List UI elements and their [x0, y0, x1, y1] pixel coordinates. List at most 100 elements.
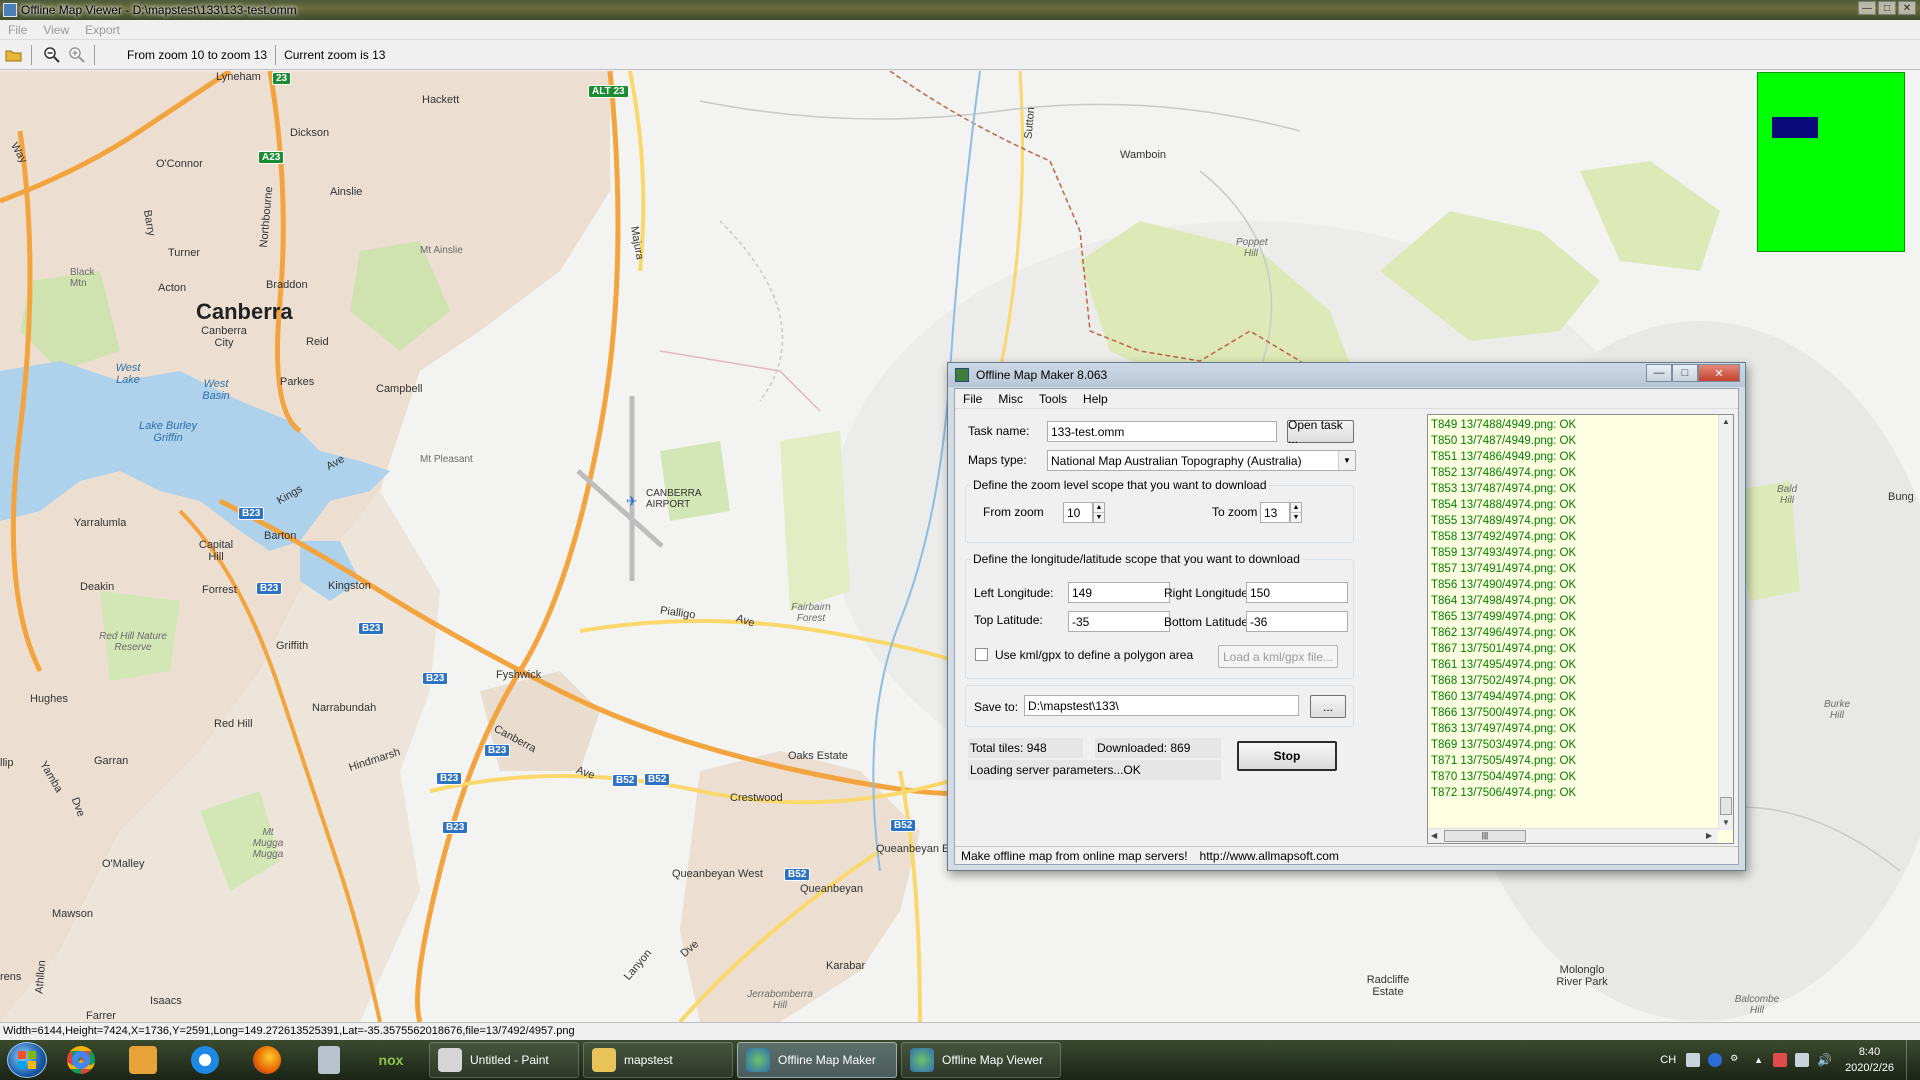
- input-language[interactable]: CH: [1660, 1054, 1676, 1066]
- bottom-latitude-input[interactable]: -36: [1246, 611, 1348, 632]
- from-zoom-input[interactable]: 10: [1063, 502, 1093, 523]
- menu-misc[interactable]: Misc: [990, 392, 1031, 406]
- menu-file[interactable]: File: [955, 392, 990, 406]
- nox-icon[interactable]: nox: [363, 1041, 419, 1079]
- menu-tools[interactable]: Tools: [1031, 392, 1075, 406]
- log-line: T859 13/7493/4974.png: OK: [1431, 547, 1577, 559]
- network-icon[interactable]: [1795, 1053, 1810, 1067]
- map-label: Burke Hill: [1823, 699, 1851, 721]
- use-kml-checkbox[interactable]: [975, 648, 988, 661]
- maximize-button[interactable]: □: [1878, 1, 1896, 15]
- current-zoom-text: Current zoom is 13: [284, 47, 386, 62]
- scroll-down-icon[interactable]: ▼: [1722, 818, 1730, 827]
- maker-website-link[interactable]: http://www.allmapsoft.com: [1194, 849, 1345, 863]
- map-label: Red Hill: [214, 718, 253, 730]
- map-label: Barton: [264, 530, 297, 542]
- action-center-flag-icon[interactable]: [1773, 1053, 1788, 1067]
- route-shield: B23: [442, 821, 469, 834]
- browse-button[interactable]: ...: [1310, 695, 1346, 718]
- close-button[interactable]: ✕: [1698, 364, 1740, 382]
- show-hidden-icons-icon[interactable]: ▲: [1754, 1055, 1763, 1065]
- log-line: T855 13/7489/4974.png: OK: [1431, 515, 1577, 527]
- log-vertical-thumb[interactable]: [1720, 797, 1732, 815]
- log-horizontal-scrollbar[interactable]: ◀ ||| ▶: [1428, 828, 1718, 843]
- task-name-input[interactable]: 133-test.omm: [1047, 421, 1277, 442]
- left-longitude-input[interactable]: 149: [1068, 582, 1170, 603]
- clock[interactable]: 8:40 2020/2/26: [1845, 1044, 1894, 1076]
- spin-up-icon[interactable]: ▲: [1094, 503, 1104, 512]
- map-label: Campbell: [376, 383, 423, 395]
- open-folder-icon[interactable]: [3, 44, 25, 66]
- stop-button[interactable]: Stop: [1237, 741, 1337, 771]
- route-shield: B52: [644, 773, 671, 786]
- settings-icon[interactable]: ⚙: [1730, 1053, 1744, 1067]
- scroll-left-icon[interactable]: ◀: [1431, 831, 1437, 840]
- close-button[interactable]: ✕: [1898, 1, 1916, 15]
- zoom-in-icon[interactable]: [66, 44, 88, 66]
- route-shield: ALT 23: [588, 85, 629, 98]
- map-label: Braddon: [266, 279, 308, 291]
- log-line: T868 13/7502/4974.png: OK: [1431, 675, 1577, 687]
- maximize-button[interactable]: □: [1672, 364, 1698, 382]
- right-longitude-input[interactable]: 150: [1246, 582, 1348, 603]
- minimap-viewport-marker[interactable]: [1772, 117, 1818, 138]
- log-horizontal-thumb[interactable]: |||: [1444, 830, 1526, 842]
- airport-icon: ✈: [626, 493, 638, 509]
- calculator-icon[interactable]: [301, 1041, 357, 1079]
- maps-type-value: National Map Australian Topography (Aust…: [1051, 454, 1302, 468]
- menu-export[interactable]: Export: [77, 23, 128, 37]
- map-label: Balcombe Hill: [1734, 994, 1780, 1016]
- start-button[interactable]: [7, 1042, 47, 1078]
- taskbar-item-map-viewer[interactable]: Offline Map Viewer: [901, 1042, 1061, 1078]
- from-zoom-stepper[interactable]: ▲ ▼: [1093, 502, 1105, 523]
- top-latitude-input[interactable]: -35: [1068, 611, 1170, 632]
- map-label: Griffith: [276, 640, 309, 652]
- taskbar-item-paint[interactable]: Untitled - Paint: [429, 1042, 579, 1078]
- volume-icon[interactable]: 🔊: [1817, 1053, 1832, 1067]
- folder-icon: [592, 1048, 616, 1072]
- menu-help[interactable]: Help: [1075, 392, 1116, 406]
- zoom-out-icon[interactable]: [41, 44, 63, 66]
- minimize-button[interactable]: —: [1858, 1, 1876, 15]
- menu-view[interactable]: View: [35, 23, 77, 37]
- chrome-icon[interactable]: [53, 1041, 109, 1079]
- spin-up-icon[interactable]: ▲: [1291, 503, 1301, 512]
- log-vertical-scrollbar[interactable]: ▲ ▼: [1718, 415, 1733, 830]
- show-desktop-button[interactable]: [1906, 1040, 1920, 1080]
- total-tiles-readout: Total tiles: 948: [968, 738, 1083, 758]
- to-zoom-stepper[interactable]: ▲ ▼: [1290, 502, 1302, 523]
- firefox-icon[interactable]: [239, 1041, 295, 1079]
- menu-file[interactable]: File: [0, 23, 35, 37]
- open-task-button[interactable]: Open task ...: [1287, 418, 1354, 446]
- map-label: Turner: [168, 247, 200, 259]
- spin-down-icon[interactable]: ▼: [1291, 512, 1301, 522]
- to-zoom-input[interactable]: 13: [1260, 502, 1290, 523]
- maker-title: Offline Map Maker 8.063: [976, 368, 1108, 382]
- log-line: T871 13/7505/4974.png: OK: [1431, 755, 1577, 767]
- media-player-icon[interactable]: [115, 1041, 171, 1079]
- save-to-input[interactable]: D:\mapstest\133\: [1024, 695, 1299, 716]
- route-shield: B52: [890, 819, 917, 832]
- maker-titlebar[interactable]: Offline Map Maker 8.063 — □ ✕: [948, 363, 1745, 387]
- internet-explorer-icon[interactable]: [177, 1041, 233, 1079]
- help-icon[interactable]: [1708, 1053, 1723, 1067]
- system-tray: CH ⚙ ▲ 🔊 8:40 2020/2/26: [1660, 1040, 1920, 1080]
- download-log[interactable]: T849 13/7488/4949.png: OK T850 13/7487/4…: [1427, 414, 1734, 844]
- chevron-down-icon[interactable]: ▼: [1338, 451, 1355, 470]
- route-shield: B23: [422, 672, 449, 685]
- taskbar-item-mapstest[interactable]: mapstest: [583, 1042, 733, 1078]
- minimize-button[interactable]: —: [1646, 364, 1672, 382]
- log-line: T849 13/7488/4949.png: OK: [1431, 419, 1577, 431]
- scroll-right-icon[interactable]: ▶: [1706, 831, 1712, 840]
- overview-minimap[interactable]: [1757, 72, 1905, 252]
- maker-client-area: File Misc Tools Help Task name: 133-test…: [954, 388, 1739, 865]
- taskbar-item-label: Untitled - Paint: [470, 1053, 549, 1067]
- keyboard-icon[interactable]: [1686, 1053, 1701, 1067]
- route-shield: B23: [436, 772, 463, 785]
- taskbar-item-map-maker[interactable]: Offline Map Maker: [737, 1042, 897, 1078]
- maps-type-select[interactable]: National Map Australian Topography (Aust…: [1047, 450, 1356, 471]
- viewer-titlebar[interactable]: Offline Map Viewer - D:\mapstest\133\133…: [0, 0, 1920, 20]
- load-kml-button[interactable]: Load a kml/gpx file...: [1218, 645, 1338, 668]
- scroll-up-icon[interactable]: ▲: [1722, 417, 1730, 426]
- spin-down-icon[interactable]: ▼: [1094, 512, 1104, 522]
